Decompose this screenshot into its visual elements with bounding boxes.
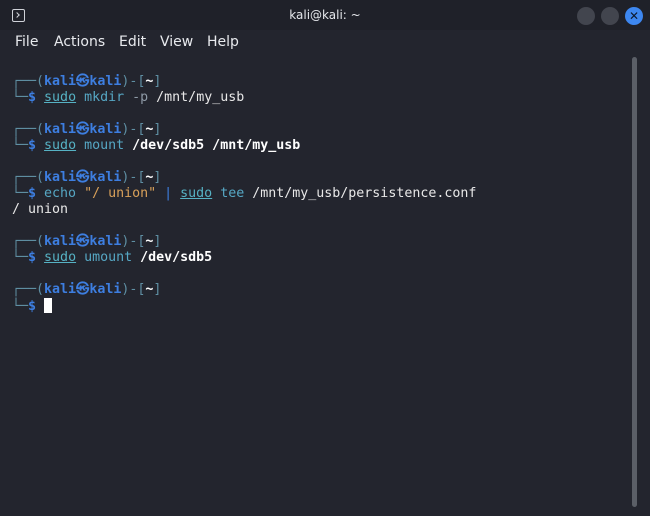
terminal-segment-out: / union — [12, 202, 69, 217]
terminal-segment-cmd: mount — [76, 138, 125, 153]
menu-actions[interactable]: Actions — [54, 34, 105, 50]
terminal-segment-user: $ — [28, 299, 37, 314]
terminal-segment-user: kali㉿kali — [44, 282, 122, 297]
terminal-segment-cmd: tee — [212, 186, 245, 201]
terminal-segment-user: $ — [28, 90, 37, 105]
terminal-segment-frame: ] — [153, 122, 162, 137]
title-bar: kali@kali: ~ ✕ — [0, 0, 650, 30]
menu-bar: File Actions Edit View Help — [0, 30, 650, 56]
terminal-segment-str: "/ union" — [76, 186, 157, 201]
terminal-segment-frame: ] — [153, 74, 162, 89]
terminal-line: ┌──(kali㉿kali)-[~] — [12, 170, 476, 186]
terminal-line: ┌──(kali㉿kali)-[~] — [12, 282, 476, 298]
minimize-button[interactable] — [577, 7, 595, 25]
terminal-segment-cmd: echo — [36, 186, 77, 201]
menu-help[interactable]: Help — [207, 34, 239, 50]
terminal-segment-frame: └─ — [12, 186, 29, 201]
terminal-segment-user: kali㉿kali — [44, 122, 122, 137]
terminal-segment-frame: )-[ — [121, 234, 146, 249]
terminal-segment-bold: /dev/sdb5 /mnt/my_usb — [124, 138, 301, 153]
terminal-segment-sudo: sudo — [180, 186, 213, 201]
terminal-line: └─$ echo "/ union" | sudo tee /mnt/my_us… — [12, 186, 476, 202]
menu-file[interactable]: File — [15, 34, 38, 50]
terminal-segment-frame: ] — [153, 282, 162, 297]
terminal-line: / union — [12, 202, 476, 218]
terminal-segment-path: /mnt/my_usb — [148, 90, 245, 105]
terminal-segment-out — [172, 186, 180, 201]
terminal-segment-sudo: sudo — [44, 90, 77, 105]
terminal-segment-frame: ] — [153, 234, 162, 249]
terminal-segment-frame: └─ — [12, 299, 29, 314]
terminal-segment-out — [36, 299, 44, 314]
terminal-segment-frame: )-[ — [121, 170, 146, 185]
terminal-segment-frame: ┌──( — [12, 122, 45, 137]
terminal-segment-out — [36, 250, 44, 265]
terminal-segment-frame: └─ — [12, 250, 29, 265]
terminal-segment-frame: ┌──( — [12, 234, 45, 249]
menu-edit[interactable]: Edit — [119, 34, 146, 50]
terminal-segment-user: kali㉿kali — [44, 74, 122, 89]
terminal-segment-cmd: mkdir — [76, 90, 125, 105]
terminal-line: ┌──(kali㉿kali)-[~] — [12, 122, 476, 138]
maximize-button[interactable] — [601, 7, 619, 25]
close-button[interactable]: ✕ — [625, 7, 643, 25]
terminal-segment-frame: └─ — [12, 90, 29, 105]
terminal-segment-user: kali㉿kali — [44, 234, 122, 249]
terminal-segment-user: $ — [28, 250, 37, 265]
terminal-segment-pipe: | — [156, 186, 173, 201]
terminal-line: ┌──(kali㉿kali)-[~] — [12, 74, 476, 90]
terminal-segment-frame: )-[ — [121, 74, 146, 89]
scrollbar[interactable] — [632, 57, 637, 507]
window-title: kali@kali: ~ — [289, 8, 361, 22]
terminal-segment-frame: ┌──( — [12, 282, 45, 297]
terminal-line: ┌──(kali㉿kali)-[~] — [12, 234, 476, 250]
terminal-segment-frame: )-[ — [121, 122, 146, 137]
terminal-segment-path: /mnt/my_usb/persistence.conf — [244, 186, 477, 201]
terminal-segment-out — [36, 90, 44, 105]
terminal-line: └─$ sudo mount /dev/sdb5 /mnt/my_usb — [12, 138, 476, 154]
terminal-segment-opt: -p — [124, 90, 149, 105]
terminal-segment-out — [36, 138, 44, 153]
menu-view[interactable]: View — [160, 34, 193, 50]
terminal-segment-frame: ┌──( — [12, 170, 45, 185]
terminal-line: └─$ sudo umount /dev/sdb5 — [12, 250, 476, 266]
terminal-line: └─$ sudo mkdir -p /mnt/my_usb — [12, 90, 476, 106]
terminal-segment-frame: ┌──( — [12, 74, 45, 89]
terminal-segment-user: $ — [28, 138, 37, 153]
terminal-segment-bold: /dev/sdb5 — [132, 250, 213, 265]
terminal-segment-sudo: sudo — [44, 138, 77, 153]
terminal-segment-user: kali㉿kali — [44, 170, 122, 185]
terminal-segment-frame: )-[ — [121, 282, 146, 297]
terminal-segment-sudo: sudo — [44, 250, 77, 265]
terminal-segment-cmd: umount — [76, 250, 133, 265]
terminal-segment-frame: └─ — [12, 138, 29, 153]
terminal-output[interactable]: ┌──(kali㉿kali)-[~] └─$ sudo mkdir -p /mnt… — [12, 74, 476, 314]
terminal-segment-user: $ — [28, 186, 37, 201]
terminal-line: └─$ — [12, 298, 476, 314]
terminal-segment-frame: ] — [153, 170, 162, 185]
text-cursor — [44, 298, 53, 313]
